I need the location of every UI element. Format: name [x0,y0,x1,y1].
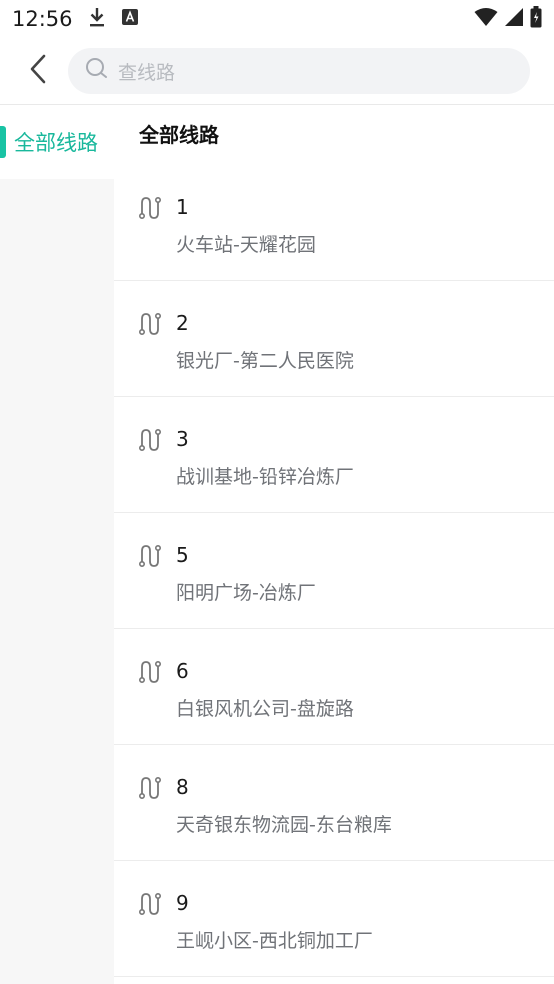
route-icon [138,543,164,573]
route-description: 银光厂-第二人民医院 [176,350,354,372]
search-placeholder: 查线路 [118,61,176,84]
route-description: 战训基地-铅锌冶炼厂 [176,466,354,488]
sidebar: 全部线路 [0,105,114,984]
route-number: 8 [176,775,189,799]
route-list-item[interactable]: 2 银光厂-第二人民医院 [114,281,554,397]
section-title: 全部线路 [139,123,219,147]
route-icon [138,891,164,921]
route-icon [138,775,164,805]
route-list-item[interactable]: 1 火车站-天耀花园 [114,165,554,281]
back-button[interactable] [18,51,58,91]
route-icon [138,659,164,689]
route-icon [138,311,164,341]
route-list-item[interactable]: 5 阳明广场-冶炼厂 [114,513,554,629]
route-list-item[interactable]: 6 白银风机公司-盘旋路 [114,629,554,745]
route-number: 6 [176,659,189,683]
sidebar-selected-indicator [0,126,6,158]
route-number: 3 [176,427,189,451]
route-description: 王岘小区-西北铜加工厂 [176,930,373,952]
status-time: 12:56 [12,7,73,31]
signal-icon [504,7,524,31]
route-list-panel: 全部线路 1 火车站-天耀花园 2 银光厂-第二人民医院 3 战训基地-铅锌冶炼厂 5 阳明广… [114,105,554,984]
status-right [474,6,542,32]
route-number: 5 [176,543,189,567]
route-icon [138,427,164,457]
route-number: 1 [176,195,189,219]
search-input[interactable]: 查线路 [68,48,530,94]
status-bar: 12:56 [0,0,554,38]
wifi-icon [474,7,498,31]
route-description: 火车站-天耀花园 [176,234,316,256]
route-description: 白银风机公司-盘旋路 [176,698,354,720]
sidebar-item-label: 全部线路 [14,131,98,155]
download-icon [87,6,107,32]
search-icon [84,56,110,86]
battery-icon [530,6,542,32]
status-left: 12:56 [12,6,139,32]
route-list: 1 火车站-天耀花园 2 银光厂-第二人民医院 3 战训基地-铅锌冶炼厂 5 阳明广场-冶炼厂… [114,165,554,977]
route-list-item[interactable]: 8 天奇银东物流园-东台粮库 [114,745,554,861]
search-row: 查线路 [0,38,554,104]
route-number: 9 [176,891,189,915]
route-list-item[interactable]: 9 王岘小区-西北铜加工厂 [114,861,554,977]
route-number: 2 [176,311,189,335]
sidebar-item-all-routes[interactable]: 全部线路 [0,105,114,179]
route-icon [138,195,164,225]
route-list-item[interactable]: 3 战训基地-铅锌冶炼厂 [114,397,554,513]
route-description: 阳明广场-冶炼厂 [176,582,316,604]
text-a-icon [121,8,139,30]
route-description: 天奇银东物流园-东台粮库 [176,814,392,836]
chevron-left-icon [29,54,47,88]
